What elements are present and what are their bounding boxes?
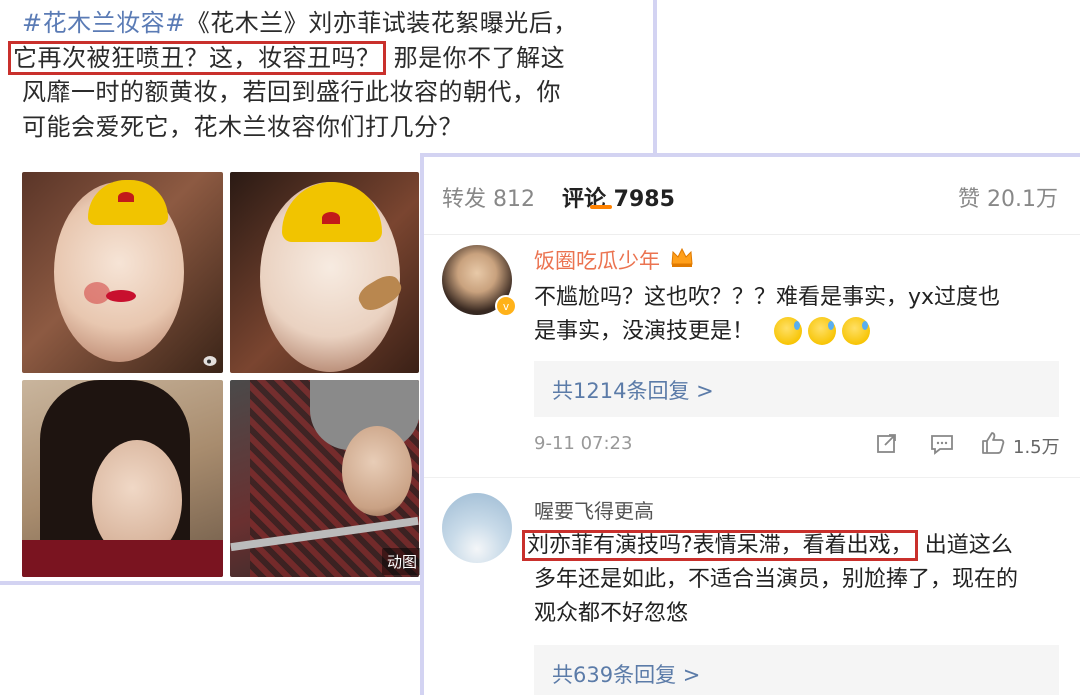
post-line1: 《花木兰》刘亦菲试装花絮曝光后， bbox=[185, 9, 578, 37]
post-line3: 风靡一时的额黄妆，若回到盛行此妆容的朝代，你 bbox=[22, 78, 561, 106]
sweat-emoji-icon bbox=[842, 317, 870, 345]
svg-text:v: v bbox=[503, 300, 509, 313]
comment-tabs: 转发 812 评论 7985 赞 20.1万 bbox=[442, 181, 1080, 217]
sweat-emoji-icon bbox=[808, 317, 836, 345]
post-line2: 那是你不了解这 bbox=[393, 43, 566, 72]
thumbs-up-icon[interactable] bbox=[980, 430, 1006, 456]
verified-badge-icon: v bbox=[495, 295, 517, 317]
divider bbox=[424, 234, 1080, 235]
tab-comment[interactable]: 评论 7985 bbox=[562, 181, 675, 213]
like-count: 1.5万 bbox=[1013, 437, 1060, 458]
weibo-watermark-icon bbox=[203, 356, 217, 366]
tab-repost[interactable]: 转发 812 bbox=[442, 181, 535, 213]
comments-card: 转发 812 评论 7985 赞 20.1万 v 饭圈吃瓜少年 不尴尬吗？这也吹… bbox=[420, 153, 1080, 695]
comment-timestamp: 9-11 07:23 bbox=[534, 433, 633, 454]
comment-username[interactable]: 喔要飞得更高 bbox=[534, 495, 654, 524]
comment-text: 刘亦菲有演技吗?表情呆滞，看着出戏， 出道这么 多年还是如此，不适合当演员，别尬… bbox=[522, 529, 1064, 631]
post-highlight: 它再次被狂喷丑？这，妆容丑吗？ bbox=[8, 40, 386, 75]
crown-icon bbox=[671, 247, 693, 267]
comment-line: 观众都不好忽悠 bbox=[534, 601, 689, 626]
post-line4: 可能会爱死它，花木兰妆容你们打几分？ bbox=[22, 112, 463, 141]
post-photo-2[interactable] bbox=[230, 172, 419, 373]
post-photo-3[interactable] bbox=[22, 380, 223, 577]
view-replies-link[interactable]: 共639条回复 > bbox=[534, 645, 1059, 695]
tab-active-indicator bbox=[590, 205, 612, 209]
divider bbox=[424, 477, 1080, 478]
comment-icon[interactable] bbox=[930, 433, 954, 455]
sweat-emoji-icon bbox=[774, 317, 802, 345]
avatar[interactable] bbox=[442, 493, 512, 563]
comment-highlight: 刘亦菲有演技吗?表情呆滞，看着出戏， bbox=[522, 530, 918, 561]
tab-like[interactable]: 赞 20.1万 bbox=[958, 181, 1058, 213]
comment-line: 多年还是如此，不适合当演员，别尬捧了，现在的 bbox=[534, 567, 1019, 592]
comment-line: 是事实，没演技更是！ bbox=[534, 319, 755, 344]
view-replies-link[interactable]: 共1214条回复 > bbox=[534, 361, 1059, 417]
comment-line: 出道这么 bbox=[924, 533, 1013, 558]
share-icon[interactable] bbox=[876, 432, 898, 454]
emoji-row bbox=[774, 317, 876, 349]
hashtag-link[interactable]: #花木兰妆容# bbox=[22, 9, 186, 37]
post-text: #花木兰妆容#《花木兰》刘亦菲试装花絮曝光后， 它再次被狂喷丑？这，妆容丑吗？ … bbox=[8, 6, 642, 144]
comment-username[interactable]: 饭圈吃瓜少年 bbox=[534, 245, 660, 275]
post-photo-1[interactable] bbox=[22, 172, 223, 373]
gif-badge: 动图 bbox=[382, 548, 423, 575]
comment-line: 不尴尬吗？这也吹？？？难看是事实，yx过度也 bbox=[534, 285, 1001, 310]
